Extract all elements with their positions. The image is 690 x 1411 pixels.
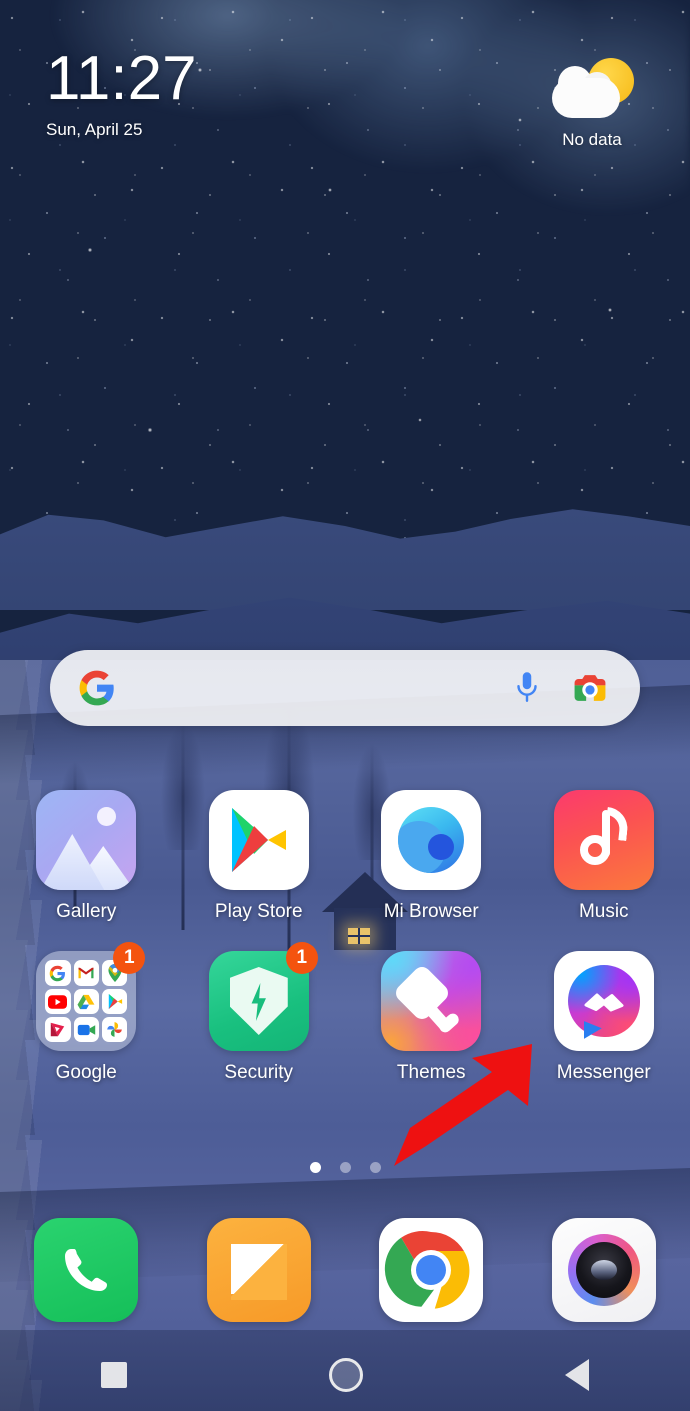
- meet-icon: [73, 1017, 99, 1042]
- phone-icon[interactable]: [34, 1218, 139, 1322]
- search-input[interactable]: [116, 650, 512, 726]
- page-dot-1[interactable]: [309, 1162, 321, 1173]
- security-shield-icon[interactable]: 1: [208, 942, 318, 1051]
- app-label: Gallery: [56, 901, 117, 922]
- dock-item-camera[interactable]: [518, 1218, 690, 1322]
- weather-status-text: No data: [562, 130, 622, 149]
- app-row-1: Gallery Play Store Mi Browser Music: [0, 790, 690, 923]
- play-store-mini-icon: [101, 989, 128, 1014]
- app-gallery[interactable]: Gallery: [0, 790, 173, 923]
- wallpaper-far-mountains: [0, 509, 690, 610]
- chrome-icon[interactable]: [379, 1218, 484, 1322]
- microphone-icon[interactable]: [512, 671, 542, 705]
- sun-behind-cloud-icon: [544, 58, 640, 124]
- dock-item-messages[interactable]: [173, 1218, 346, 1322]
- dock-item-chrome[interactable]: [345, 1218, 518, 1322]
- google-search-icon: [45, 960, 71, 986]
- home-screen: 11:27 Sun, April 25 No data Gallery Play…: [0, 0, 690, 1411]
- weather-widget[interactable]: No data: [532, 58, 652, 150]
- app-label: Themes: [396, 1062, 466, 1083]
- camera-icon[interactable]: [551, 1218, 656, 1322]
- google-lens-camera-icon[interactable]: [572, 671, 608, 705]
- notification-badge: 1: [285, 942, 318, 974]
- gallery-icon[interactable]: [36, 790, 137, 890]
- music-icon[interactable]: [553, 790, 654, 890]
- page-dot-3[interactable]: [369, 1162, 381, 1173]
- google-search-bar[interactable]: [50, 650, 640, 726]
- app-music[interactable]: Music: [518, 790, 690, 923]
- app-security[interactable]: 1 Security: [173, 942, 346, 1084]
- triangle-left-icon[interactable]: [565, 1359, 589, 1391]
- photos-icon: [101, 1017, 128, 1042]
- play-store-icon[interactable]: [208, 790, 309, 890]
- navigation-bar: [0, 1339, 690, 1411]
- dock-item-phone[interactable]: [0, 1218, 173, 1322]
- mi-browser-icon[interactable]: [381, 790, 482, 890]
- messenger-icon[interactable]: [553, 951, 654, 1051]
- google-folder-icon[interactable]: 1: [36, 942, 146, 1051]
- app-play-store[interactable]: Play Store: [173, 790, 346, 923]
- app-label: Messenger: [556, 1062, 651, 1083]
- themes-paint-roller-icon[interactable]: [381, 951, 482, 1051]
- app-row-2: 1 Google 1 Security Themes Messenger: [0, 942, 690, 1084]
- messages-icon[interactable]: [206, 1218, 311, 1322]
- clock-date: Sun, April 25: [46, 120, 143, 139]
- app-mi-browser[interactable]: Mi Browser: [345, 790, 518, 923]
- app-label: Play Store: [214, 901, 303, 922]
- square-icon[interactable]: [101, 1362, 127, 1388]
- dock: [0, 1218, 690, 1322]
- play-movies-icon: [45, 1017, 71, 1042]
- app-label: Security: [224, 1062, 294, 1083]
- notification-badge: 1: [113, 942, 146, 974]
- app-folder-google[interactable]: 1 Google: [0, 942, 173, 1084]
- page-dot-2[interactable]: [339, 1162, 351, 1173]
- app-messenger[interactable]: Messenger: [518, 951, 690, 1084]
- gmail-icon: [73, 960, 99, 986]
- drive-icon: [73, 989, 99, 1014]
- circle-icon[interactable]: [329, 1358, 363, 1392]
- youtube-icon: [45, 989, 71, 1014]
- google-g-icon: [79, 670, 114, 706]
- app-grid: Gallery Play Store Mi Browser Music 1 Go…: [0, 790, 690, 1084]
- clock-time: 11:27: [46, 44, 197, 113]
- app-label: Mi Browser: [383, 901, 479, 922]
- app-label: Music: [578, 901, 629, 922]
- clock-widget[interactable]: 11:27 Sun, April 25: [46, 48, 197, 140]
- page-indicator[interactable]: [0, 1162, 690, 1173]
- app-themes[interactable]: Themes: [345, 951, 518, 1084]
- app-label: Google: [55, 1062, 117, 1083]
